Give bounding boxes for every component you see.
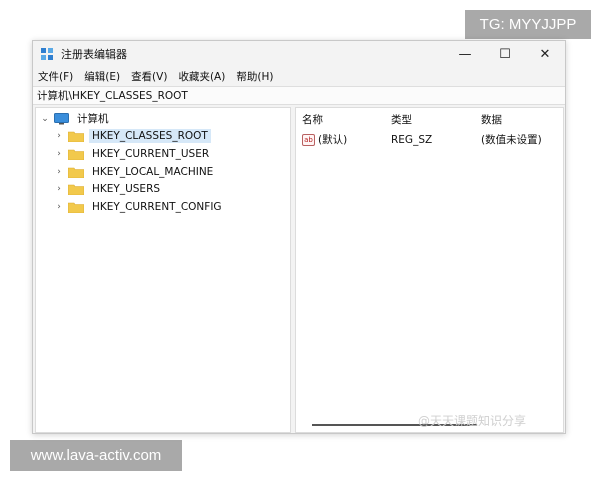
folder-icon (67, 201, 85, 213)
regedit-window: 注册表编辑器 — ☐ ✕ 文件(F) 编辑(E) 查看(V) 收藏夹(A) 帮助… (32, 40, 566, 434)
computer-icon (54, 112, 69, 125)
tree-item-hkey-classes-root[interactable]: › HKEY_CLASSES_ROOT (54, 127, 211, 144)
string-value-icon: ab (302, 133, 315, 146)
column-header-type[interactable]: 类型 (391, 112, 412, 127)
maximize-button[interactable]: ☐ (485, 41, 525, 67)
value-name: (默认) (318, 134, 348, 146)
value-data: (数值未设置) (481, 134, 542, 146)
regedit-app-icon (40, 47, 54, 61)
value-list-pane[interactable]: 名称 类型 数据 ab (默认) REG_SZ (数值未设置) (295, 107, 564, 433)
column-header-data[interactable]: 数据 (481, 112, 502, 127)
tree-item-label: HKEY_LOCAL_MACHINE (92, 165, 214, 178)
address-path[interactable]: 计算机\HKEY_CLASSES_ROOT (37, 88, 188, 103)
chevron-down-icon[interactable]: ⌄ (40, 114, 50, 124)
tree-item-hkey-current-user[interactable]: › HKEY_CURRENT_USER (54, 145, 212, 162)
menu-help[interactable]: 帮助(H) (236, 69, 273, 84)
watermark-social: @天天课题知识分享 (418, 414, 527, 428)
tree-item-label: HKEY_CURRENT_CONFIG (92, 200, 222, 213)
address-bar[interactable]: 计算机\HKEY_CLASSES_ROOT (33, 86, 565, 105)
table-row[interactable]: ab (默认) REG_SZ (数值未设置) (296, 131, 563, 148)
tree-root-label: 计算机 (77, 113, 109, 125)
menu-favorites[interactable]: 收藏夹(A) (178, 69, 225, 84)
window-title: 注册表编辑器 (61, 48, 127, 61)
close-button[interactable]: ✕ (525, 41, 565, 67)
watermark-bottom: www.lava-activ.com (10, 440, 182, 471)
tree-item-label: HKEY_CURRENT_USER (92, 147, 210, 160)
folder-icon (67, 166, 85, 178)
folder-icon (67, 183, 85, 195)
column-header-name[interactable]: 名称 (302, 112, 323, 127)
menu-bar: 文件(F) 编辑(E) 查看(V) 收藏夹(A) 帮助(H) (33, 67, 565, 85)
tree-item-hkey-current-config[interactable]: › HKEY_CURRENT_CONFIG (54, 198, 225, 215)
folder-icon (67, 130, 85, 142)
menu-view[interactable]: 查看(V) (131, 69, 167, 84)
tree-item-label: HKEY_USERS (92, 182, 161, 195)
folder-icon (67, 148, 85, 160)
tree-item-hkey-local-machine[interactable]: › HKEY_LOCAL_MACHINE (54, 163, 216, 180)
chevron-right-icon[interactable]: › (54, 184, 64, 194)
chevron-right-icon[interactable]: › (54, 202, 64, 212)
title-bar[interactable]: 注册表编辑器 — ☐ ✕ (33, 41, 565, 67)
tree-root-computer[interactable]: ⌄ 计算机 (40, 110, 112, 127)
value-type: REG_SZ (391, 133, 433, 146)
watermark-top: TG: MYYJJPP (465, 10, 591, 39)
chevron-right-icon[interactable]: › (54, 149, 64, 159)
minimize-icon: — (458, 46, 472, 62)
tree-item-label: HKEY_CLASSES_ROOT (89, 128, 211, 143)
close-icon: ✕ (539, 46, 551, 62)
menu-file[interactable]: 文件(F) (38, 69, 73, 84)
chevron-right-icon[interactable]: › (54, 131, 64, 141)
tree-item-hkey-users[interactable]: › HKEY_USERS (54, 180, 163, 197)
maximize-icon: ☐ (499, 46, 511, 62)
menu-edit[interactable]: 编辑(E) (84, 69, 120, 84)
key-tree-pane[interactable]: ⌄ 计算机 › HKEY_CLASSES_ROOT › HKEY_CURRENT… (35, 107, 291, 433)
minimize-button[interactable]: — (445, 41, 485, 67)
chevron-right-icon[interactable]: › (54, 167, 64, 177)
